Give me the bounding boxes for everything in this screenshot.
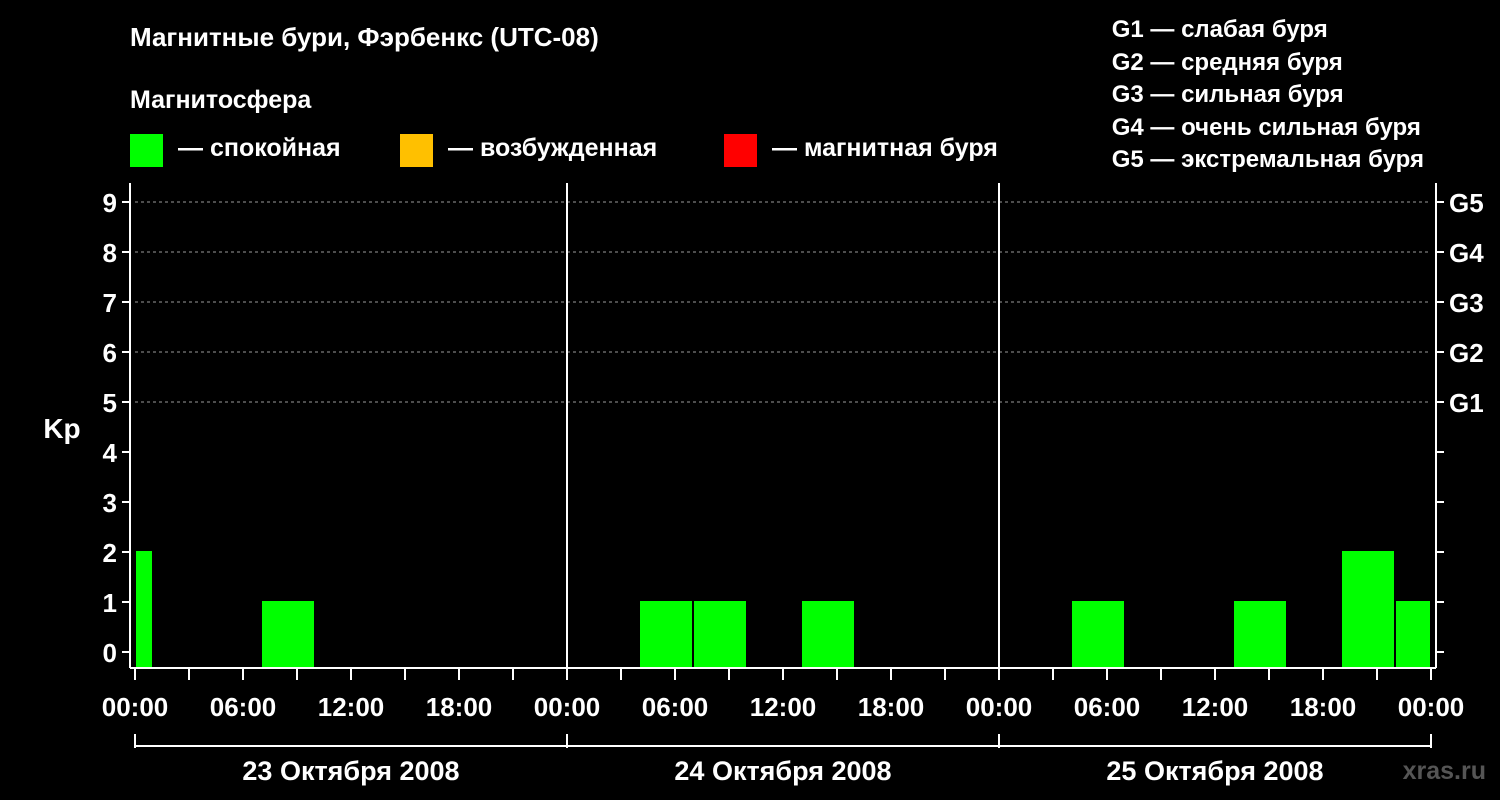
y-tick-label: 0 xyxy=(103,638,117,668)
kp-bar xyxy=(262,601,314,668)
y-tick-label: 7 xyxy=(103,288,117,318)
x-tick-label: 12:00 xyxy=(1182,692,1249,722)
g-tick-label: G2 xyxy=(1449,338,1484,368)
g-tick-label: G1 xyxy=(1449,388,1484,418)
kp-bar xyxy=(1342,551,1394,668)
x-tick-label: 12:00 xyxy=(318,692,385,722)
y-tick-label: 9 xyxy=(103,188,117,218)
y-tick-label: 2 xyxy=(103,538,117,568)
watermark: xras.ru xyxy=(1402,757,1486,785)
y-tick-label: 3 xyxy=(103,488,117,518)
y-tick-label: 4 xyxy=(103,438,118,468)
x-tick-label: 06:00 xyxy=(1074,692,1141,722)
y-tick-label: 6 xyxy=(103,338,117,368)
x-tick-label: 00:00 xyxy=(102,692,169,722)
kp-bar xyxy=(136,551,152,668)
day-label: 25 Октября 2008 xyxy=(1106,756,1323,786)
x-tick-label: 06:00 xyxy=(642,692,709,722)
x-tick-label: 06:00 xyxy=(210,692,277,722)
day-label: 23 Октября 2008 xyxy=(242,756,459,786)
g-tick-label: G3 xyxy=(1449,288,1484,318)
y-tick-label: 8 xyxy=(103,238,117,268)
y-axis-label: Kp xyxy=(43,413,80,444)
kp-bar xyxy=(640,601,692,668)
x-tick-label: 00:00 xyxy=(534,692,601,722)
x-tick-label: 18:00 xyxy=(1290,692,1357,722)
g-tick-label: G5 xyxy=(1449,188,1484,218)
x-tick-label: 00:00 xyxy=(1398,692,1465,722)
y-tick-label: 5 xyxy=(103,388,117,418)
kp-bar xyxy=(1072,601,1124,668)
day-label: 24 Октября 2008 xyxy=(674,756,891,786)
kp-bar xyxy=(802,601,854,668)
kp-bar-chart: 0 1 2 3 4 5 6 7 8 9 G1 G2 G3 G4 G5 Kp 00:00 06:00 12:00 18:… xyxy=(43,183,1484,786)
g-tick-label: G4 xyxy=(1449,238,1484,268)
x-tick-label: 18:00 xyxy=(426,692,493,722)
kp-bar xyxy=(1234,601,1286,668)
x-tick-label: 00:00 xyxy=(966,692,1033,722)
x-tick-label: 12:00 xyxy=(750,692,817,722)
kp-bar xyxy=(694,601,746,668)
x-tick-label: 18:00 xyxy=(858,692,925,722)
kp-bar xyxy=(1396,601,1430,668)
y-tick-label: 1 xyxy=(103,588,117,618)
